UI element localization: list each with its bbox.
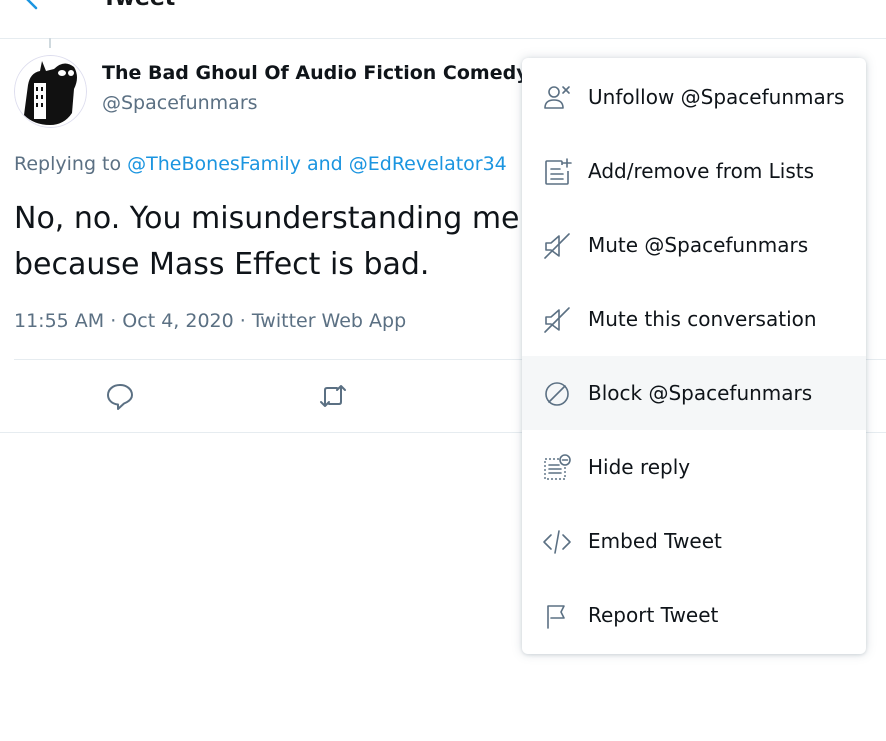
page-title: Tweet (102, 0, 175, 11)
hide-reply-icon (542, 453, 572, 483)
menu-item-label: Report Tweet (588, 603, 719, 627)
menu-item-mute-user[interactable]: Mute @Spacefunmars (522, 208, 866, 282)
menu-item-report[interactable]: Report Tweet (522, 578, 866, 652)
list-add-icon (542, 157, 572, 187)
back-arrow-icon[interactable] (20, 0, 44, 12)
replying-to: Replying to @TheBonesFamily and @EdRevel… (14, 153, 507, 175)
display-name[interactable]: The Bad Ghoul Of Audio Fiction Comedy (102, 62, 529, 84)
block-icon (542, 379, 572, 409)
menu-item-unfollow[interactable]: Unfollow @Spacefunmars (522, 60, 866, 134)
tweet-more-menu: Unfollow @Spacefunmars Add/remove from L… (522, 58, 866, 654)
menu-item-block[interactable]: Block @Spacefunmars (522, 356, 866, 430)
replying-prefix: Replying to (14, 153, 128, 175)
menu-item-lists[interactable]: Add/remove from Lists (522, 134, 866, 208)
menu-item-label: Embed Tweet (588, 529, 722, 553)
tweet-text-line: No, no. You misunderstanding me (14, 201, 520, 236)
mute-icon (542, 231, 572, 261)
replying-user-link[interactable]: @EdRevelator34 (349, 153, 507, 175)
retweet-button[interactable] (317, 380, 349, 412)
replying-user-link[interactable]: @TheBonesFamily (127, 153, 301, 175)
menu-item-label: Add/remove from Lists (588, 159, 815, 183)
header-bar: Tweet (0, 0, 886, 39)
menu-item-label: Block @Spacefunmars (588, 381, 813, 405)
tweet-text-line: because Mass Effect is bad. (14, 247, 430, 282)
user-handle[interactable]: @Spacefunmars (102, 92, 258, 114)
retweet-icon (320, 385, 346, 407)
avatar[interactable] (14, 55, 87, 128)
thread-line (49, 38, 51, 48)
reply-icon (107, 384, 133, 410)
tweet-meta[interactable]: 11:55 AM · Oct 4, 2020 · Twitter Web App (14, 310, 406, 332)
mute-icon (542, 305, 572, 335)
tweet-text: No, no. You misunderstanding me because … (14, 196, 574, 288)
menu-item-label: Hide reply (588, 455, 691, 479)
menu-item-hide-reply[interactable]: Hide reply (522, 430, 866, 504)
embed-icon (542, 527, 572, 557)
reply-button[interactable] (104, 380, 136, 412)
menu-item-mute-conversation[interactable]: Mute this conversation (522, 282, 866, 356)
flag-icon (542, 601, 572, 631)
menu-item-label: Mute this conversation (588, 307, 817, 331)
menu-item-embed[interactable]: Embed Tweet (522, 504, 866, 578)
replying-and: and (300, 153, 349, 175)
menu-item-label: Unfollow @Spacefunmars (588, 85, 845, 109)
unfollow-icon (542, 83, 572, 113)
menu-item-label: Mute @Spacefunmars (588, 233, 809, 257)
